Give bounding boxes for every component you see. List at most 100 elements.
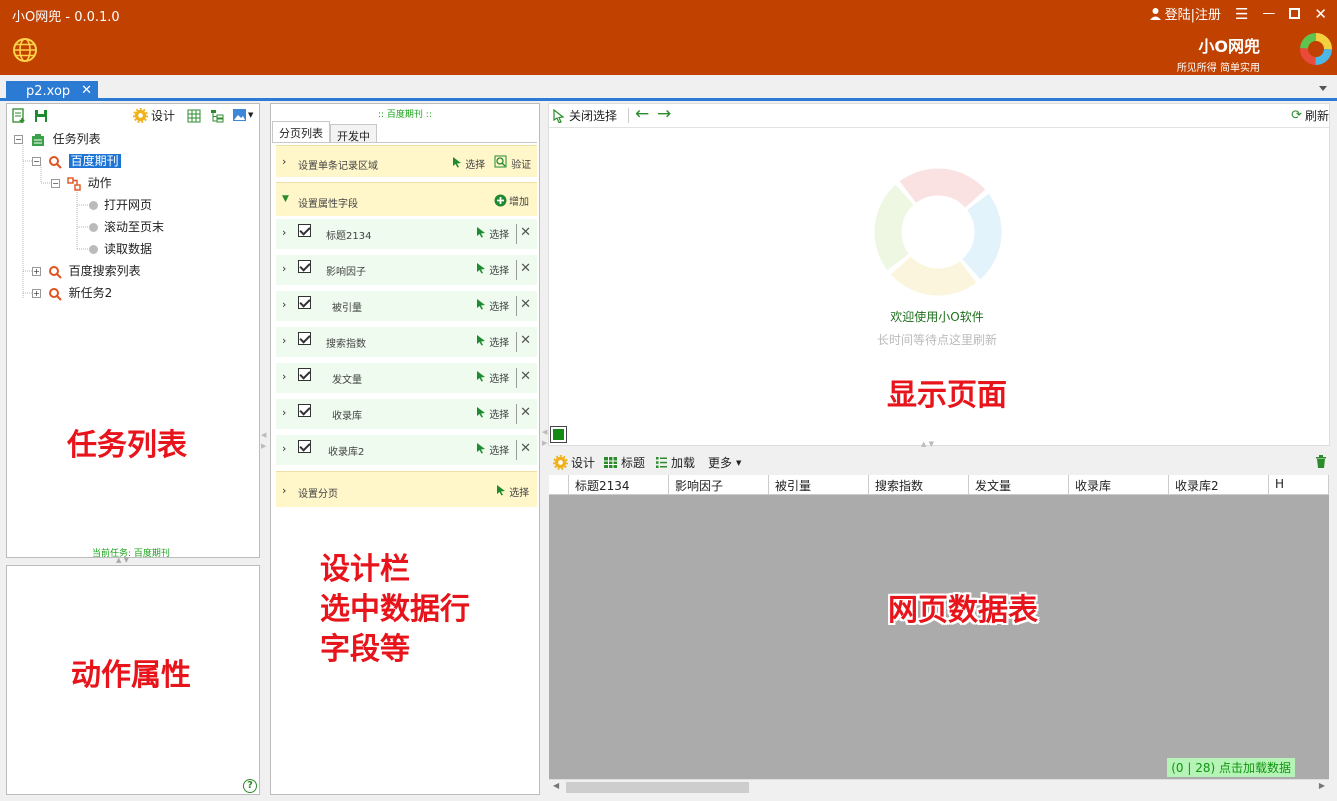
- grid-status-badge[interactable]: (0 | 28) 点击加载数据: [1167, 758, 1295, 777]
- tree-node-task3[interactable]: + 新任务2: [32, 283, 112, 303]
- field-row[interactable]: › 标题2134 选择 ✕: [276, 219, 537, 249]
- tab-p2-xop[interactable]: p2.xop ✕: [6, 81, 98, 101]
- verify-button[interactable]: 验证: [494, 155, 531, 171]
- grid-column-header[interactable]: 标题2134: [569, 475, 669, 494]
- field-checkbox[interactable]: [298, 404, 311, 417]
- tree-node-step2[interactable]: 滚动至页末: [89, 217, 164, 237]
- field-select-button[interactable]: 选择: [476, 262, 509, 277]
- horizontal-scrollbar[interactable]: ◀ ▶: [549, 779, 1329, 794]
- annotation-design-bar-3: 字段等: [320, 632, 410, 667]
- refresh-button[interactable]: ⟳ 刷新: [1291, 107, 1329, 124]
- grid-column-header[interactable]: 发文量: [969, 475, 1069, 494]
- field-remove-icon[interactable]: ✕: [520, 333, 531, 348]
- field-row[interactable]: › 影响因子 选择 ✕: [276, 255, 537, 285]
- record-area-row[interactable]: › 设置单条记录区域 选择 验证: [276, 145, 537, 177]
- collapse-icon[interactable]: −: [32, 157, 41, 166]
- field-checkbox[interactable]: [298, 224, 311, 237]
- grid-column-header[interactable]: 搜索指数: [869, 475, 969, 494]
- tab-label: p2.xop: [26, 84, 71, 99]
- field-checkbox[interactable]: [298, 440, 311, 453]
- collapse-icon[interactable]: −: [14, 135, 23, 144]
- user-icon: [1149, 8, 1161, 20]
- back-arrow-icon[interactable]: ←: [635, 104, 649, 124]
- field-checkbox[interactable]: [298, 260, 311, 273]
- field-row[interactable]: › 发文量 选择 ✕: [276, 363, 537, 393]
- minimize-icon[interactable]: —: [1262, 6, 1275, 21]
- trash-icon[interactable]: [1315, 455, 1327, 468]
- left-splitter-icon[interactable]: ▲ ▼: [116, 556, 129, 564]
- add-field-button[interactable]: 增加: [494, 193, 529, 208]
- scroll-left-icon[interactable]: ◀: [553, 781, 559, 790]
- step-dot-icon: [89, 201, 98, 210]
- design-button[interactable]: 设计: [133, 107, 175, 124]
- login-link[interactable]: 登陆|注册: [1149, 4, 1221, 23]
- field-row[interactable]: › 收录库 选择 ✕: [276, 399, 537, 429]
- field-select-button[interactable]: 选择: [476, 226, 509, 241]
- field-select-button[interactable]: 选择: [476, 442, 509, 457]
- globe-icon[interactable]: [12, 37, 38, 63]
- field-checkbox[interactable]: [298, 296, 311, 309]
- scroll-right-icon[interactable]: ▶: [1319, 781, 1325, 790]
- grid-load-button[interactable]: 加载: [655, 454, 695, 471]
- field-remove-icon[interactable]: ✕: [520, 297, 531, 312]
- field-select-button[interactable]: 选择: [476, 334, 509, 349]
- tree-node-task2[interactable]: + 百度搜索列表: [32, 261, 141, 281]
- field-checkbox[interactable]: [298, 332, 311, 345]
- grid-design-button[interactable]: 设计: [553, 454, 595, 471]
- field-row[interactable]: › 搜索指数 选择 ✕: [276, 327, 537, 357]
- help-icon[interactable]: ?: [243, 779, 257, 793]
- expand-icon[interactable]: +: [32, 267, 41, 276]
- paging-row[interactable]: › 设置分页 选择: [276, 471, 537, 507]
- grid-column-header[interactable]: 收录库: [1069, 475, 1169, 494]
- green-square-icon[interactable]: [550, 426, 567, 443]
- grid-column-header[interactable]: 影响因子: [669, 475, 769, 494]
- forward-arrow-icon[interactable]: →: [657, 104, 671, 124]
- fields-header-row[interactable]: ▼ 设置属性字段 增加: [276, 182, 537, 216]
- collapse-icon[interactable]: −: [51, 179, 60, 188]
- field-remove-icon[interactable]: ✕: [520, 225, 531, 240]
- tab-paging-list[interactable]: 分页列表: [272, 121, 330, 143]
- record-area-select-button[interactable]: 选择: [452, 156, 485, 171]
- field-select-button[interactable]: 选择: [476, 406, 509, 421]
- maximize-icon[interactable]: [1289, 8, 1301, 19]
- grid-column-header[interactable]: H: [1269, 475, 1329, 494]
- grid-column-header[interactable]: 收录库2: [1169, 475, 1269, 494]
- grid-title-button[interactable]: 标题: [603, 454, 645, 471]
- refresh-hint-link[interactable]: 长时间等待点这里刷新: [849, 331, 1025, 348]
- grid-more-button[interactable]: 更多 ▼: [708, 454, 741, 471]
- close-icon[interactable]: ✕: [1314, 5, 1327, 23]
- grid-icon[interactable]: [187, 109, 201, 123]
- menu-icon[interactable]: ☰: [1235, 5, 1248, 23]
- tab-close-icon[interactable]: ✕: [81, 83, 92, 98]
- toolbar-divider: [628, 108, 629, 123]
- tree-node-step3[interactable]: 读取数据: [89, 239, 152, 259]
- tree-node-action[interactable]: − 动作: [51, 173, 112, 193]
- field-checkbox[interactable]: [298, 368, 311, 381]
- field-remove-icon[interactable]: ✕: [520, 405, 531, 420]
- save-icon[interactable]: [33, 108, 49, 124]
- grid-column-header[interactable]: 被引量: [769, 475, 869, 494]
- tree-node-step1[interactable]: 打开网页: [89, 195, 152, 215]
- field-remove-icon[interactable]: ✕: [520, 369, 531, 384]
- vertical-splitter-left[interactable]: ◀ ▶: [261, 430, 266, 452]
- tree-node-root[interactable]: − 任务列表: [14, 129, 101, 149]
- tree-view-icon[interactable]: [210, 109, 224, 123]
- new-task-icon[interactable]: [11, 108, 27, 124]
- paging-select-button[interactable]: 选择: [496, 484, 529, 499]
- cursor-icon: [477, 443, 485, 454]
- vertical-splitter-mid[interactable]: ◀ ▶: [542, 427, 547, 449]
- field-remove-icon[interactable]: ✕: [520, 261, 531, 276]
- field-row[interactable]: › 收录库2 选择 ✕: [276, 435, 537, 465]
- tab-dev[interactable]: 开发中: [330, 124, 377, 143]
- tree-node-task1[interactable]: − 百度期刊: [32, 151, 121, 171]
- horizontal-splitter[interactable]: ▲ ▼: [921, 440, 934, 448]
- field-remove-icon[interactable]: ✕: [520, 441, 531, 456]
- field-row[interactable]: › 被引量 选择 ✕: [276, 291, 537, 321]
- image-dropdown-button[interactable]: ▼: [232, 108, 253, 122]
- tab-dropdown-icon[interactable]: [1319, 86, 1327, 91]
- close-select-button[interactable]: 关闭选择: [553, 107, 617, 124]
- field-select-button[interactable]: 选择: [476, 298, 509, 313]
- expand-icon[interactable]: +: [32, 289, 41, 298]
- field-select-button[interactable]: 选择: [476, 370, 509, 385]
- scrollbar-thumb[interactable]: [566, 782, 749, 793]
